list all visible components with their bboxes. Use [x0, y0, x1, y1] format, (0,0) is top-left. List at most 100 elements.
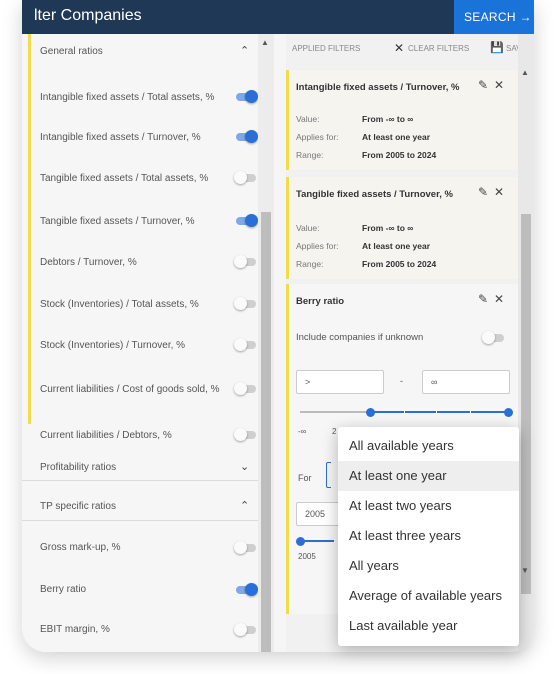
ratio-toggle[interactable]	[234, 255, 256, 268]
dropdown-option[interactable]: All available years	[338, 431, 519, 461]
close-icon[interactable]: ✕	[494, 185, 504, 199]
dropdown-option[interactable]: At least one year	[338, 461, 519, 491]
page-title: lter Companies	[34, 7, 142, 24]
ratio-item[interactable]: Berry ratio	[40, 583, 258, 596]
operator-value: >	[305, 377, 311, 387]
dropdown-option[interactable]: At least three years	[338, 521, 519, 551]
save-icon[interactable]: 💾	[490, 41, 504, 54]
dropdown-option[interactable]: Last available year	[338, 611, 519, 641]
slider-tick	[470, 411, 471, 414]
ratio-item-label: Gross mark-up, %	[40, 542, 121, 553]
kv-value: At least one year	[362, 241, 431, 251]
ratio-item[interactable]: Stock (Inventories) / Total assets, %	[40, 297, 258, 311]
section-label: General ratios	[40, 46, 103, 57]
applied-filters-tab[interactable]: APPLIED FILTERS	[292, 44, 360, 53]
ratio-item[interactable]: Intangible fixed assets / Total assets, …	[40, 90, 258, 104]
applies-for-select[interactable]	[326, 462, 331, 488]
ratio-item[interactable]: Debtors / Turnover, %	[40, 255, 258, 269]
chevron-up-icon[interactable]: ⌃	[240, 499, 249, 512]
slider-min-handle[interactable]	[366, 408, 375, 417]
edit-icon[interactable]: ✎	[478, 78, 488, 92]
ratio-item[interactable]: EBIT margin, %	[40, 623, 258, 636]
chevron-down-icon[interactable]: ⌄	[240, 460, 249, 473]
section-general-ratios[interactable]: General ratios ⌃	[40, 44, 258, 57]
right-scrollbar[interactable]: ▲ ▼	[518, 34, 534, 652]
year-slider-track	[300, 540, 334, 542]
for-label: For	[298, 473, 312, 483]
kv-label: Value:	[296, 114, 320, 124]
section-profitability-ratios[interactable]: Profitability ratios ⌄	[40, 460, 258, 473]
section-tp-specific-ratios[interactable]: TP specific ratios ⌃	[40, 499, 258, 512]
filter-card-tangible: Tangible fixed assets / Turnover, % ✎ ✕ …	[286, 177, 522, 279]
slider-min-tick-label: -∞	[298, 427, 307, 436]
year-from-value: 2005	[305, 509, 326, 519]
dropdown-option[interactable]: Average of available years	[338, 581, 519, 611]
filters-toolbar: APPLIED FILTERS ✕ CLEAR FILTERS 💾 SAVE	[286, 34, 534, 64]
close-icon[interactable]: ✕	[494, 78, 504, 92]
max-value-input[interactable]: ∞	[422, 370, 510, 394]
kv-label: Value:	[296, 223, 320, 233]
divider	[22, 520, 258, 521]
kv-value: From -∞ to ∞	[362, 114, 414, 124]
scroll-up-icon[interactable]: ▲	[261, 38, 269, 47]
divider	[22, 480, 258, 481]
close-icon[interactable]: ✕	[394, 41, 404, 55]
ratio-item-label: Intangible fixed assets / Turnover, %	[40, 132, 201, 143]
include-unknown-toggle[interactable]	[482, 331, 504, 344]
ratio-toggle[interactable]	[234, 382, 256, 395]
scroll-thumb[interactable]	[261, 212, 271, 652]
ratio-item-label: Debtors / Turnover, %	[40, 257, 137, 268]
max-value: ∞	[431, 377, 438, 387]
ratio-toggle[interactable]	[236, 583, 258, 596]
year-from-select[interactable]: 2005	[296, 502, 340, 526]
ratio-toggle[interactable]	[234, 338, 256, 351]
ratio-item-label: Intangible fixed assets / Total assets, …	[40, 92, 215, 103]
kv-label: Applies for:	[296, 132, 339, 142]
ratio-toggle[interactable]	[234, 297, 256, 310]
slider-tick	[436, 411, 437, 414]
ratio-toggle[interactable]	[234, 623, 256, 636]
chevron-up-icon[interactable]: ⌃	[240, 44, 249, 57]
header-bar: lter Companies SEARCH →	[22, 0, 534, 34]
kv-value: From -∞ to ∞	[362, 223, 414, 233]
filter-range-row: Range: From 2005 to 2024	[296, 259, 436, 269]
ratio-item[interactable]: Tangible fixed assets / Turnover, %	[40, 214, 258, 228]
kv-label: Range:	[296, 150, 324, 160]
ratio-item[interactable]: Intangible fixed assets / Turnover, %	[40, 130, 258, 144]
ratio-toggle[interactable]	[236, 90, 258, 103]
scroll-up-icon[interactable]: ▲	[521, 68, 529, 77]
ratio-toggle[interactable]	[236, 130, 258, 143]
ratio-toggle[interactable]	[234, 541, 256, 554]
close-icon[interactable]: ✕	[494, 292, 504, 306]
slider-tick-label: 2	[332, 427, 337, 436]
edit-icon[interactable]: ✎	[478, 185, 488, 199]
ratio-item[interactable]: Gross mark-up, %	[40, 541, 258, 554]
dropdown-option[interactable]: At least two years	[338, 491, 519, 521]
edit-icon[interactable]: ✎	[478, 292, 488, 306]
ratio-item[interactable]: Stock (Inventories) / Turnover, %	[40, 338, 258, 352]
ratio-item[interactable]: Current liabilities / Debtors, %	[40, 428, 258, 442]
dropdown-option[interactable]: All years	[338, 551, 519, 581]
ratio-toggle[interactable]	[234, 171, 256, 184]
card-accent	[286, 284, 289, 614]
arrow-right-icon: →	[519, 10, 532, 24]
ratio-item-label: EBIT margin, %	[40, 624, 110, 635]
search-button[interactable]: SEARCH →	[454, 0, 534, 34]
ratio-toggle[interactable]	[234, 428, 256, 441]
applies-for-dropdown: All available years At least one year At l…	[338, 427, 519, 646]
search-label: SEARCH	[464, 10, 516, 24]
scroll-thumb[interactable]	[521, 214, 531, 594]
ratio-item[interactable]: Tangible fixed assets / Total assets, %	[40, 171, 258, 185]
ratio-toggle[interactable]	[236, 214, 258, 227]
year-slider-handle[interactable]	[296, 537, 305, 546]
filter-card-title: Tangible fixed assets / Turnover, %	[296, 189, 453, 200]
ratio-item-label: Stock (Inventories) / Total assets, %	[40, 299, 199, 310]
left-scrollbar[interactable]: ▲	[258, 34, 274, 652]
ratio-item[interactable]: Current liabilities / Cost of goods sold…	[40, 382, 258, 396]
year-slider-label: 2005	[298, 552, 316, 561]
slider-max-handle[interactable]	[504, 408, 513, 417]
scroll-down-icon[interactable]: ▼	[521, 566, 529, 575]
filter-value-row: Value: From -∞ to ∞	[296, 223, 413, 233]
clear-filters-button[interactable]: CLEAR FILTERS	[408, 44, 469, 53]
operator-select[interactable]: >	[296, 370, 384, 394]
